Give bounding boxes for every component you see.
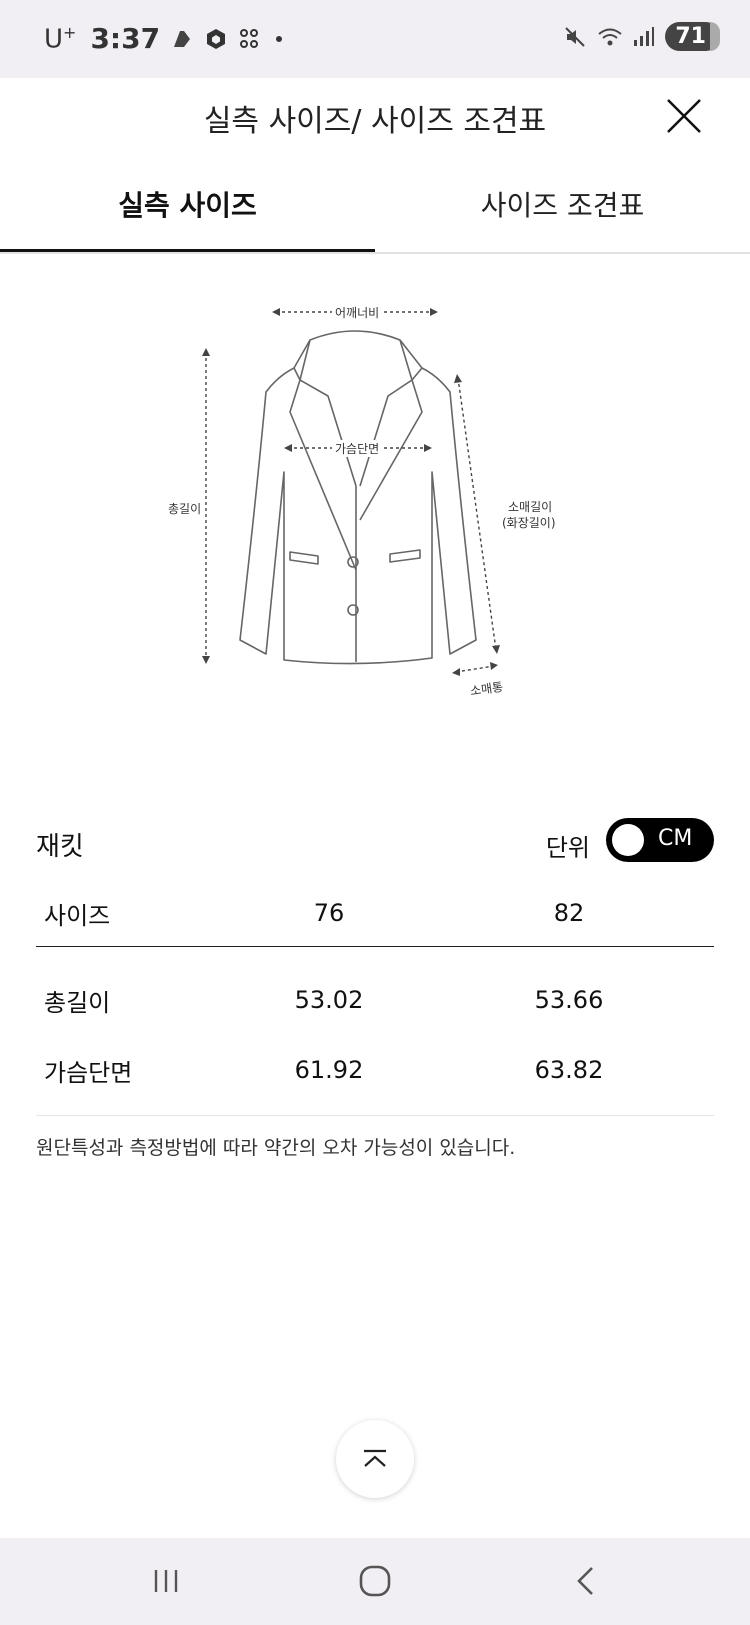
tab-size-chart[interactable]: 사이즈 조견표 [375,174,750,252]
box-icon [204,27,228,51]
unit-label: 단위 [545,834,590,862]
table-cell: 63.82 [534,1056,604,1084]
clock: 3:37 [90,22,161,55]
close-icon [667,99,701,133]
system-nav-bar [0,1538,750,1625]
table-divider [36,1115,714,1116]
label-shoulder: 어깨너비 [332,304,383,321]
wifi-icon [597,25,623,49]
home-button[interactable] [345,1558,405,1604]
battery-indicator: 71 [665,22,720,51]
recent-apps-button[interactable] [136,1558,196,1604]
toggle-knob [612,824,644,856]
table-cell: 61.92 [294,1056,364,1084]
home-icon [359,1565,391,1597]
scroll-to-top-button[interactable] [336,1420,414,1498]
category-label: 재킷 [36,832,84,862]
table-row: 총길이 53.02 53.66 [36,947,714,1036]
tab-bar: 실측 사이즈 사이즈 조견표 [0,174,750,254]
status-left: U+ 3:37 [44,22,283,55]
grid-app-icon [238,27,262,51]
unit-value: CM [658,826,693,851]
signal-icon [631,25,655,49]
page-title: 실측 사이즈/ 사이즈 조견표 [203,104,547,139]
label-chest: 가슴단면 [332,440,383,457]
back-button[interactable] [556,1558,616,1604]
mute-icon [563,25,587,49]
carrier-label: U+ [44,22,77,55]
row-label: 가슴단면 [44,1058,133,1087]
table-toolbar: 재킷 단위 CM [36,818,714,868]
table-header-row: 사이즈 76 82 [36,880,714,947]
header-cell-82: 82 [424,880,714,947]
label-total-length: 총길이 [168,502,202,516]
chevron-up-icon [364,1449,386,1467]
disclaimer-note: 원단특성과 측정방법에 따라 약간의 오차 가능성이 있습니다. [36,1137,516,1159]
label-sleeve: 소매길이 [508,500,553,514]
label-sleeve-sub: (화장길이) [502,516,556,530]
app-notification-icon [170,27,194,51]
table-cell: 53.02 [294,986,364,1014]
close-button[interactable] [658,90,710,142]
recent-apps-icon [154,1570,178,1592]
header-cell-size: 사이즈 [36,880,234,947]
measurement-diagram: 어깨너비 가슴단면 총길이 소매길이 (화장길이) 소매통 [150,300,570,730]
tab-actual-size[interactable]: 실측 사이즈 [0,174,375,252]
status-right: 71 [563,22,720,51]
table-row: 가슴단면 61.92 63.82 [36,1035,714,1105]
status-bar: U+ 3:37 71 [0,0,750,78]
back-icon [577,1567,593,1595]
size-table: 사이즈 76 82 총길이 53.02 53.66 가슴단면 61.92 63.… [36,880,714,1105]
modal-header: 실측 사이즈/ 사이즈 조견표 [0,78,750,174]
unit-toggle[interactable]: CM [606,818,714,862]
table-cell: 53.66 [534,986,604,1014]
header-cell-76: 76 [234,880,424,947]
more-notifications-dot-icon [276,35,283,42]
row-label: 총길이 [44,988,111,1017]
